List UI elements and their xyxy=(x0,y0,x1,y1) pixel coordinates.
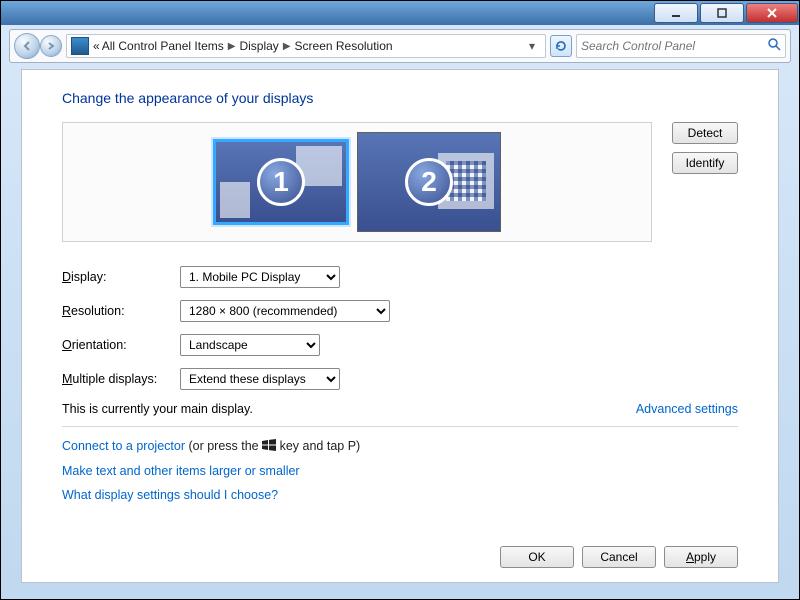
content-pane: Change the appearance of your displays 1… xyxy=(21,69,779,583)
titlebar xyxy=(1,1,799,25)
search-input[interactable] xyxy=(581,39,767,53)
monitor-1[interactable]: 1 xyxy=(213,139,349,225)
address-bar: « All Control Panel Items ▶ Display ▶ Sc… xyxy=(9,29,791,63)
cancel-button[interactable]: Cancel xyxy=(582,546,656,568)
breadcrumb[interactable]: « All Control Panel Items ▶ Display ▶ Sc… xyxy=(66,34,546,58)
orientation-select[interactable]: Landscape xyxy=(180,334,320,356)
orientation-label: Orientation: xyxy=(62,338,180,352)
apply-button[interactable]: Apply xyxy=(664,546,738,568)
forward-button[interactable] xyxy=(40,35,62,57)
text-size-link[interactable]: Make text and other items larger or smal… xyxy=(62,464,738,478)
display-settings-form: Display: 1. Mobile PC Display Resolution… xyxy=(62,266,738,390)
chevron-right-icon: ▶ xyxy=(281,41,293,52)
resolution-label: Resolution: xyxy=(62,304,180,318)
display-select[interactable]: 1. Mobile PC Display xyxy=(180,266,340,288)
maximize-button[interactable] xyxy=(700,3,744,23)
multiple-displays-label: Multiple displays: xyxy=(62,372,180,386)
main-display-status: This is currently your main display. xyxy=(62,402,253,416)
search-box[interactable] xyxy=(576,34,786,58)
refresh-button[interactable] xyxy=(550,35,572,57)
connect-projector-link[interactable]: Connect to a projector xyxy=(62,439,185,453)
multiple-displays-select[interactable]: Extend these displays xyxy=(180,368,340,390)
monitor-number: 2 xyxy=(405,158,453,206)
advanced-settings-link[interactable]: Advanced settings xyxy=(636,402,738,416)
dialog-buttons: OK Cancel Apply xyxy=(500,546,738,568)
control-panel-icon xyxy=(71,37,89,55)
projector-row: Connect to a projector (or press the key… xyxy=(62,439,738,454)
breadcrumb-prefix: « xyxy=(93,39,100,53)
close-button[interactable] xyxy=(746,3,798,23)
windows-key-icon xyxy=(262,439,276,454)
monitor-number: 1 xyxy=(257,158,305,206)
display-label: Display: xyxy=(62,270,180,284)
display-preview[interactable]: 1 2 xyxy=(62,122,652,242)
resolution-select[interactable]: 1280 × 800 (recommended) xyxy=(180,300,390,322)
back-button[interactable] xyxy=(14,33,40,59)
breadcrumb-dropdown-icon[interactable]: ▾ xyxy=(523,39,541,53)
identify-button[interactable]: Identify xyxy=(672,152,738,174)
monitor-2[interactable]: 2 xyxy=(357,132,501,232)
breadcrumb-item[interactable]: Screen Resolution xyxy=(295,39,393,53)
detect-button[interactable]: Detect xyxy=(672,122,738,144)
minimize-button[interactable] xyxy=(654,3,698,23)
search-icon xyxy=(767,37,781,56)
page-heading: Change the appearance of your displays xyxy=(62,90,738,106)
breadcrumb-item[interactable]: Display xyxy=(239,39,278,53)
chevron-right-icon: ▶ xyxy=(226,41,238,52)
help-link[interactable]: What display settings should I choose? xyxy=(62,488,738,502)
breadcrumb-item[interactable]: All Control Panel Items xyxy=(102,39,224,53)
ok-button[interactable]: OK xyxy=(500,546,574,568)
control-panel-window: « All Control Panel Items ▶ Display ▶ Sc… xyxy=(0,0,800,600)
